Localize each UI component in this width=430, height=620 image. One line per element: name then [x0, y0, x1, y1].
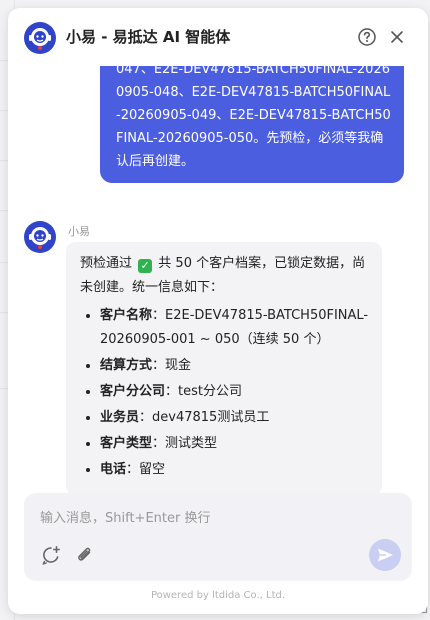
bot-intro: 预检通过 ✓ 共 50 个客户档案，已锁定数据，尚未创建。统一信息如下： — [80, 252, 370, 300]
help-icon[interactable] — [356, 26, 378, 48]
info-key: 客户名称 — [100, 308, 153, 323]
bot-message-bubble: 预检通过 ✓ 共 50 个客户档案，已锁定数据，尚未创建。统一信息如下： 客户名… — [66, 242, 382, 494]
info-value: ：留空 — [126, 462, 166, 477]
powered-by-footer: Powered by ltdida Co., Ltd. — [150, 590, 286, 601]
list-item: 客户分公司：test分公司 — [100, 380, 370, 404]
info-key: 电话 — [100, 462, 127, 477]
message-input[interactable] — [38, 505, 402, 531]
list-item: 结算方式：现金 — [100, 354, 370, 378]
info-value: ：现金 — [152, 358, 192, 373]
chat-panel: 小易 - 易抵达 AI 智能体 047、E2E-DEV47815-BATCH50… — [8, 8, 428, 614]
chat-title: 小易 - 易抵达 AI 智能体 — [66, 28, 231, 46]
info-key: 客户类型 — [100, 436, 153, 451]
info-key: 业务员 — [100, 410, 140, 425]
send-button[interactable] — [369, 539, 401, 571]
list-item: 客户名称：E2E-DEV47815-BATCH50FINAL-20260905-… — [100, 304, 370, 352]
info-key: 客户分公司 — [100, 384, 166, 399]
bot-avatar-icon — [24, 221, 56, 253]
message-composer — [24, 493, 412, 581]
assistant-avatar-icon — [24, 22, 56, 54]
list-item: 客户类型：测试类型 — [100, 432, 370, 456]
list-item: 业务员：dev47815测试员工 — [100, 406, 370, 430]
user-message-bubble: 047、E2E-DEV47815-BATCH50FINAL-20260905-0… — [100, 66, 404, 183]
list-item: 电话：留空 — [100, 458, 370, 482]
info-value: ：test分公司 — [165, 384, 242, 399]
check-icon: ✓ — [138, 259, 153, 273]
info-value: ：dev47815测试员工 — [139, 410, 270, 425]
info-key: 结算方式 — [100, 358, 153, 373]
bot-intro-prefix: 预检通过 — [80, 256, 133, 271]
new-chat-icon[interactable] — [40, 544, 62, 566]
send-icon — [378, 548, 393, 562]
customer-info-list: 客户名称：E2E-DEV47815-BATCH50FINAL-20260905-… — [80, 304, 370, 482]
paperclip-icon[interactable] — [74, 544, 96, 566]
bot-sender-name: 小易 — [68, 225, 90, 238]
chat-header: 小易 - 易抵达 AI 智能体 — [8, 8, 428, 66]
info-value: ：测试类型 — [152, 436, 218, 451]
close-icon[interactable] — [386, 26, 408, 48]
message-list[interactable]: 047、E2E-DEV47815-BATCH50FINAL-20260905-0… — [8, 66, 428, 494]
